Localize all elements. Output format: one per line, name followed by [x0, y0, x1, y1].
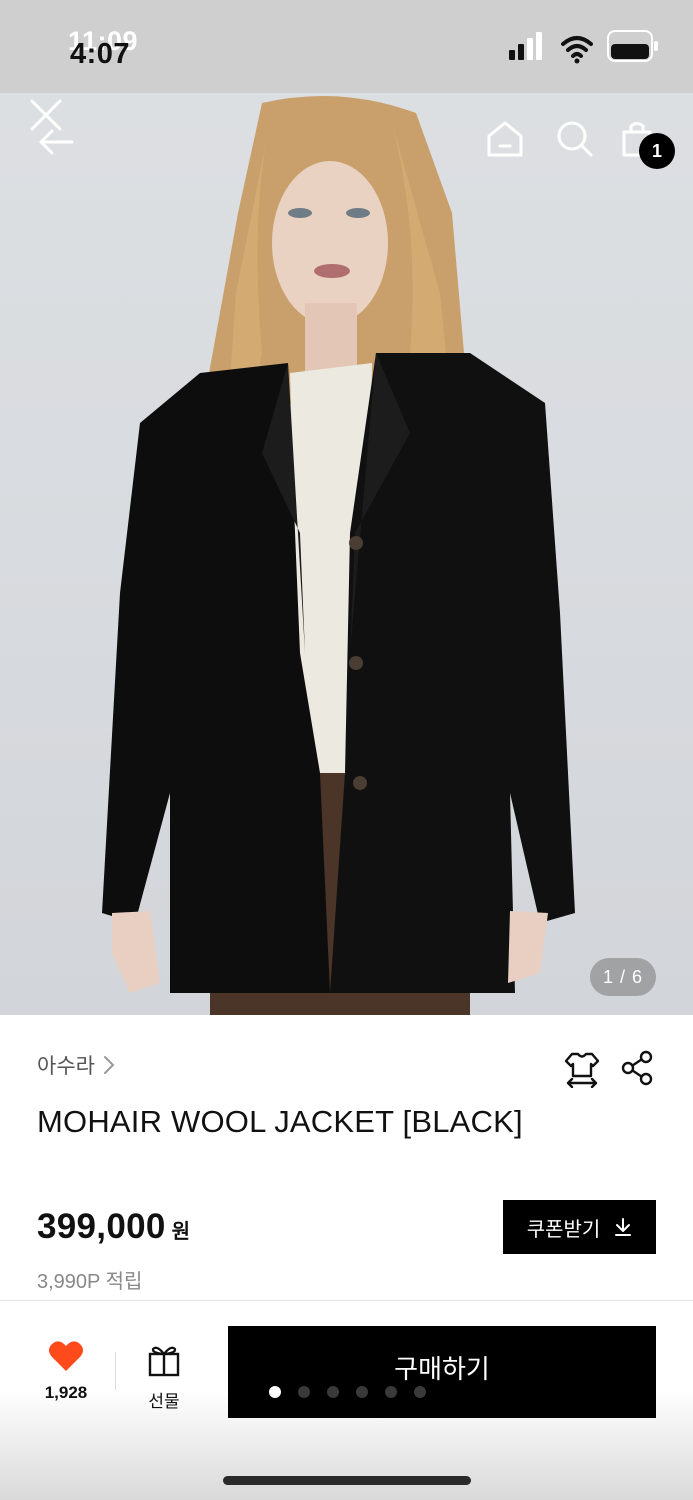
coupon-button-label: 쿠폰받기	[526, 1218, 601, 1241]
pagination-dot-active[interactable]	[269, 1386, 281, 1398]
pagination-dot[interactable]	[385, 1386, 397, 1398]
pagination-dot[interactable]	[327, 1386, 339, 1398]
top-navigation	[0, 93, 693, 183]
buy-button[interactable]: 구매하기	[228, 1326, 656, 1418]
bottom-bar-separator	[115, 1352, 116, 1390]
pagination-dot[interactable]	[298, 1386, 310, 1398]
product-image[interactable]	[0, 93, 693, 1015]
like-count: 1,928	[44, 1383, 88, 1402]
price-value: 399,000	[37, 1207, 166, 1246]
product-title: MOHAIR WOOL JACKET [BLACK]	[37, 1104, 523, 1139]
price-row: 399,000 원	[37, 1207, 190, 1247]
wifi-icon	[561, 36, 593, 64]
heart-icon	[49, 1341, 83, 1371]
back-arrow-icon[interactable]	[36, 127, 76, 157]
gift-label: 선물	[148, 1392, 180, 1411]
buy-button-label: 구매하기	[394, 1353, 490, 1384]
share-icon[interactable]	[619, 1050, 655, 1086]
image-page-counter: 1 / 6	[590, 958, 656, 996]
pagination-dot[interactable]	[414, 1386, 426, 1398]
like-button[interactable]: 1,928	[30, 1340, 102, 1403]
product-action-icons	[563, 1050, 655, 1088]
status-bar: 11:09 4:07	[0, 0, 693, 93]
model-photo	[102, 95, 575, 1015]
status-time: 4:07	[70, 38, 131, 70]
search-icon[interactable]	[556, 120, 594, 158]
price-currency: 원	[171, 1221, 191, 1243]
battery-icon	[607, 30, 658, 62]
coupon-download-button[interactable]: 쿠폰받기	[503, 1200, 656, 1254]
home-indicator	[223, 1476, 471, 1485]
gift-button[interactable]: 선물	[128, 1343, 200, 1412]
download-icon	[615, 1218, 632, 1236]
size-guide-icon[interactable]	[563, 1050, 601, 1088]
pagination-dot[interactable]	[356, 1386, 368, 1398]
status-icons	[509, 28, 659, 64]
gift-icon	[148, 1346, 180, 1377]
brand-name: 아수라	[37, 1055, 95, 1078]
home-icon[interactable]	[485, 120, 525, 158]
signal-icon	[509, 32, 542, 60]
cart-count-badge: 1	[639, 133, 675, 169]
image-pagination-dots	[269, 1386, 426, 1398]
points-info: 3,990P 적립	[37, 1271, 143, 1293]
chevron-right-icon	[103, 1056, 115, 1074]
brand-link[interactable]: 아수라	[37, 1050, 115, 1080]
